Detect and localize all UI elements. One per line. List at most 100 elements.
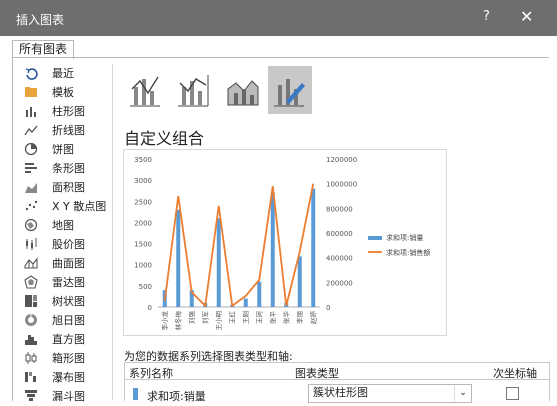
nav-item-0[interactable]: 最近 <box>22 64 122 82</box>
nav-item-3[interactable]: 折线图 <box>22 121 122 139</box>
close-button[interactable]: ✕ <box>520 7 533 26</box>
sunburst-chart-icon <box>24 313 38 327</box>
nav-item-1[interactable]: 模板 <box>22 83 122 101</box>
x-tick-label: 王小明 <box>214 311 223 331</box>
y-right-tick: 1000000 <box>326 181 357 189</box>
nav-item-label: 漏斗图 <box>52 390 85 403</box>
nav-item-label: 最近 <box>52 67 74 80</box>
bar <box>176 209 181 307</box>
template-folder-icon <box>24 85 38 99</box>
x-tick-label: 王珂 <box>255 311 263 325</box>
y-left-tick: 1500 <box>134 241 152 249</box>
y-right-tick: 200000 <box>326 279 353 287</box>
nav-item-14[interactable]: 直方图 <box>22 330 122 348</box>
recent-icon <box>24 66 38 80</box>
nav-item-13[interactable]: 旭日图 <box>22 311 122 329</box>
x-tick-label: 王红 <box>227 311 236 325</box>
x-tick-label: 李小龙 <box>160 311 169 331</box>
surface-chart-icon <box>24 256 38 270</box>
y-right-tick: 0 <box>326 304 330 312</box>
box-whisker-chart-icon <box>24 351 38 365</box>
clustered-column-line-secondary-button[interactable] <box>172 66 216 114</box>
nav-item-label: 直方图 <box>52 333 85 346</box>
chart-type-value: 簇状柱形图 <box>313 386 368 399</box>
nav-item-label: 箱形图 <box>52 352 85 365</box>
series-color-swatch <box>133 388 138 400</box>
custom-combo-button[interactable] <box>268 66 312 114</box>
chart-type-select[interactable]: 簇状柱形图 ⌄ <box>308 384 472 403</box>
funnel-chart-icon <box>24 389 38 403</box>
radar-chart-icon <box>24 275 38 289</box>
y-left-tick: 1000 <box>134 262 152 270</box>
y-right-tick: 400000 <box>326 255 353 263</box>
nav-item-label: 折线图 <box>52 124 85 137</box>
stacked-area-column-icon <box>227 80 259 106</box>
y-left-tick: 3000 <box>134 177 152 185</box>
bar <box>216 218 221 307</box>
nav-item-2[interactable]: 柱形图 <box>22 102 122 120</box>
legend-label: 求和项:销售额 <box>386 248 430 257</box>
bar <box>243 298 248 307</box>
nav-item-label: 树状图 <box>52 295 85 308</box>
nav-item-label: 面积图 <box>52 181 85 194</box>
secondary-axis-checkbox[interactable] <box>506 387 519 400</box>
chevron-down-icon[interactable]: ⌄ <box>454 385 471 402</box>
nav-item-7[interactable]: X Y 散点图 <box>22 197 122 215</box>
table-divider <box>125 379 549 380</box>
y-right-tick: 800000 <box>326 205 353 213</box>
nav-item-label: 旭日图 <box>52 314 85 327</box>
x-tick-label: 林冬梅 <box>173 311 182 331</box>
series-row-name: 求和项:销量 <box>147 390 206 403</box>
histogram-chart-icon <box>24 332 38 346</box>
y-right-tick: 600000 <box>326 230 353 238</box>
clustered-column-line-icon <box>130 76 160 107</box>
x-tick-label: 张平 <box>268 311 277 325</box>
column-chart-icon <box>24 104 38 118</box>
treemap-chart-icon <box>24 294 38 308</box>
bar <box>311 188 316 307</box>
combo-heading: 自定义组合 <box>124 129 205 148</box>
nav-item-15[interactable]: 箱形图 <box>22 349 122 367</box>
nav-item-11[interactable]: 雷达图 <box>22 273 122 291</box>
nav-item-label: 瀑布图 <box>52 371 85 384</box>
y-left-tick: 500 <box>139 283 152 291</box>
clustered-column-line-button[interactable] <box>124 66 168 114</box>
bar <box>297 256 302 307</box>
clustered-column-line-secondary-icon <box>178 75 209 107</box>
area-chart-icon <box>24 180 38 194</box>
nav-item-label: X Y 散点图 <box>52 200 107 213</box>
nav-item-10[interactable]: 曲面图 <box>22 254 122 272</box>
bar-chart-icon <box>24 161 38 175</box>
nav-item-label: 雷达图 <box>52 276 85 289</box>
nav-item-6[interactable]: 面积图 <box>22 178 122 196</box>
nav-item-9[interactable]: 股价图 <box>22 235 122 253</box>
nav-item-label: 柱形图 <box>52 105 85 118</box>
stacked-area-column-button[interactable] <box>222 66 266 114</box>
scatter-chart-icon <box>24 199 38 213</box>
y-right-tick: 1200000 <box>326 156 357 164</box>
nav-item-4[interactable]: 饼图 <box>22 140 122 158</box>
dialog-title: 插入图表 <box>16 13 65 27</box>
nav-item-5[interactable]: 条形图 <box>22 159 122 177</box>
line-chart-icon <box>24 123 38 137</box>
waterfall-chart-icon <box>24 370 38 384</box>
stock-chart-icon <box>24 237 38 251</box>
x-tick-label: 刘军 <box>200 311 209 325</box>
y-left-tick: 0 <box>148 304 152 312</box>
nav-item-16[interactable]: 瀑布图 <box>22 368 122 386</box>
combo-chart: 0 500 1000 1500 2000 2500 3000 3500 0 200000 40000… <box>134 156 430 331</box>
x-tick-label: 李丽 <box>295 311 304 325</box>
y-left-tick: 2500 <box>134 198 152 206</box>
bar <box>257 281 262 307</box>
bar <box>270 192 275 307</box>
x-tick-label: 赵婷 <box>308 311 317 325</box>
nav-item-8[interactable]: 地图 <box>22 216 122 234</box>
y-left-tick: 3500 <box>134 156 152 164</box>
nav-item-12[interactable]: 树状图 <box>22 292 122 310</box>
sales-line <box>163 183 315 308</box>
nav-item-label: 股价图 <box>52 238 85 251</box>
pie-chart-icon <box>24 142 38 156</box>
x-tick-label: 刘强 <box>187 311 196 325</box>
nav-item-17[interactable]: 漏斗图 <box>22 387 122 405</box>
help-button[interactable]: ? <box>483 9 490 24</box>
